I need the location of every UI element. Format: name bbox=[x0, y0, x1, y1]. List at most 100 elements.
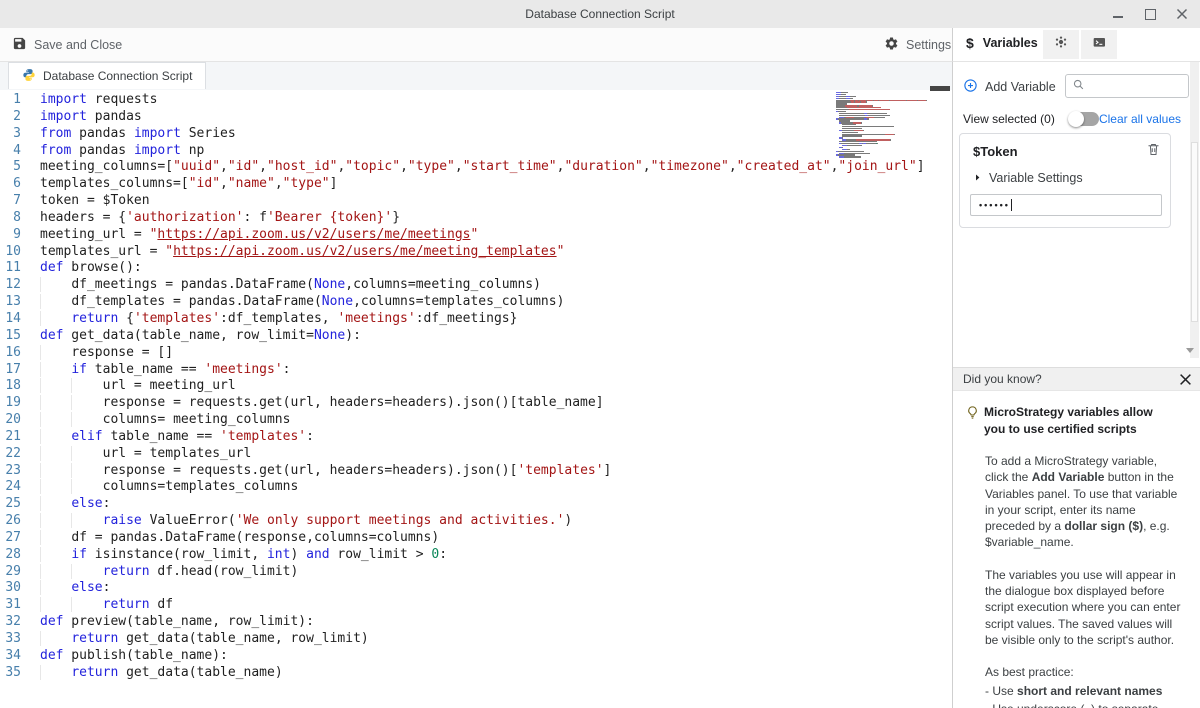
console-icon bbox=[1091, 34, 1107, 55]
save-and-close-label: Save and Close bbox=[34, 38, 122, 52]
code-line: df_meetings = pandas.DataFrame(None,colu… bbox=[40, 277, 952, 294]
code-line: def browse(): bbox=[40, 260, 952, 277]
line-number: 13 bbox=[0, 294, 21, 311]
view-selected-toggle[interactable] bbox=[1069, 112, 1099, 126]
line-number: 6 bbox=[0, 176, 21, 193]
code-line: if isinstance(row_limit, int) and row_li… bbox=[40, 547, 952, 564]
line-number: 24 bbox=[0, 479, 21, 496]
line-number: 2 bbox=[0, 109, 21, 126]
line-number: 10 bbox=[0, 244, 21, 261]
search-input[interactable] bbox=[1090, 78, 1184, 94]
line-number: 20 bbox=[0, 412, 21, 429]
code-line: url = templates_url bbox=[40, 446, 952, 463]
editor-scrollbar-thumb[interactable] bbox=[930, 86, 950, 91]
settings-label: Settings bbox=[906, 38, 951, 52]
maximize-icon[interactable] bbox=[1144, 8, 1156, 20]
code-line: headers = {'authorization': f'Bearer {to… bbox=[40, 210, 952, 227]
did-you-know-panel: Did you know? MicroStrategy variables al… bbox=[953, 367, 1200, 708]
line-number: 15 bbox=[0, 328, 21, 345]
code-line: return df bbox=[40, 597, 952, 614]
code-line: import requests bbox=[40, 92, 952, 109]
line-number: 18 bbox=[0, 378, 21, 395]
title-bar: Database Connection Script bbox=[0, 0, 1200, 29]
code-line: return df.head(row_limit) bbox=[40, 564, 952, 581]
line-number: 19 bbox=[0, 395, 21, 412]
line-number: 35 bbox=[0, 665, 21, 682]
close-icon[interactable] bbox=[1176, 8, 1188, 20]
tip-paragraph: The variables you use will appear in the… bbox=[985, 567, 1181, 648]
code-line: return {'templates':df_templates, 'meeti… bbox=[40, 311, 952, 328]
code-line: else: bbox=[40, 496, 952, 513]
packages-icon bbox=[1053, 34, 1069, 55]
code-line: columns= meeting_columns bbox=[40, 412, 952, 429]
tip-paragraph: - Use short and relevant names bbox=[985, 683, 1181, 699]
code-line: from pandas import Series bbox=[40, 126, 952, 143]
minimize-icon[interactable] bbox=[1112, 8, 1124, 20]
line-number: 1 bbox=[0, 92, 21, 109]
scroll-down-arrow-icon[interactable] bbox=[1186, 348, 1194, 353]
code-line: def get_data(table_name, row_limit=None)… bbox=[40, 328, 952, 345]
add-variable-button[interactable]: Add Variable bbox=[963, 78, 1056, 96]
settings-button[interactable]: Settings bbox=[884, 36, 951, 54]
variables-panel: Add Variable View selected (0) Clear all… bbox=[952, 62, 1200, 708]
save-icon bbox=[12, 36, 27, 54]
variable-value-input[interactable]: •••••• bbox=[970, 194, 1162, 216]
did-you-know-header: Did you know? bbox=[953, 367, 1200, 391]
did-you-know-close-icon[interactable] bbox=[1179, 373, 1192, 386]
panel-scrollbar-thumb[interactable] bbox=[1191, 142, 1198, 322]
window-controls bbox=[1112, 0, 1188, 28]
line-number: 29 bbox=[0, 564, 21, 581]
code-line: url = meeting_url bbox=[40, 378, 952, 395]
code-line: import pandas bbox=[40, 109, 952, 126]
toolbar: Save and Close Settings bbox=[0, 28, 952, 62]
line-number: 11 bbox=[0, 260, 21, 277]
did-you-know-title: Did you know? bbox=[963, 372, 1042, 386]
python-icon bbox=[22, 68, 36, 85]
tab-variables[interactable]: $ Variables bbox=[966, 35, 1038, 51]
window-title: Database Connection Script bbox=[525, 7, 674, 21]
delete-variable-icon[interactable] bbox=[1146, 142, 1161, 157]
code-lines: import requestsimport pandasfrom pandas … bbox=[27, 92, 952, 682]
code-line: from pandas import np bbox=[40, 143, 952, 160]
save-and-close-button[interactable]: Save and Close bbox=[12, 36, 122, 54]
tip-paragraph: To add a MicroStrategy variable, click t… bbox=[985, 453, 1181, 551]
line-number: 33 bbox=[0, 631, 21, 648]
panel-scrollbar-track[interactable] bbox=[1190, 62, 1199, 358]
line-number: 4 bbox=[0, 143, 21, 160]
line-number: 22 bbox=[0, 446, 21, 463]
code-line: df_templates = pandas.DataFrame(None,col… bbox=[40, 294, 952, 311]
variables-tab-label: Variables bbox=[983, 36, 1038, 50]
tab-database-connection-script[interactable]: Database Connection Script bbox=[8, 62, 206, 89]
code-line: if table_name == 'meetings': bbox=[40, 362, 952, 379]
line-number: 9 bbox=[0, 227, 21, 244]
line-number: 34 bbox=[0, 648, 21, 665]
app-window: Database Connection Script Save and Clos… bbox=[0, 0, 1200, 708]
tip-paragraphs: To add a MicroStrategy variable, click t… bbox=[985, 453, 1181, 708]
tab-label: Database Connection Script bbox=[43, 69, 192, 83]
code-line: return get_data(table_name) bbox=[40, 665, 952, 682]
code-line: raise ValueError('We only support meetin… bbox=[40, 513, 952, 530]
tip-paragraph: As best practice: bbox=[985, 664, 1181, 680]
code-line: response = requests.get(url, headers=hea… bbox=[40, 395, 952, 412]
line-number: 7 bbox=[0, 193, 21, 210]
code-editor[interactable]: 1234567891011121314151617181920212223242… bbox=[0, 90, 952, 708]
code-line: else: bbox=[40, 580, 952, 597]
add-circle-icon bbox=[963, 78, 978, 96]
tab-console[interactable] bbox=[1081, 30, 1117, 59]
code-line: def publish(table_name): bbox=[40, 648, 952, 665]
line-number: 32 bbox=[0, 614, 21, 631]
clear-all-values-link[interactable]: Clear all values bbox=[1099, 112, 1181, 126]
tab-packages[interactable] bbox=[1043, 30, 1079, 59]
line-number: 12 bbox=[0, 277, 21, 294]
code-line: df = pandas.DataFrame(response,columns=c… bbox=[40, 530, 952, 547]
variable-settings-label: Variable Settings bbox=[989, 171, 1083, 185]
minimap[interactable] bbox=[836, 92, 934, 158]
line-number: 8 bbox=[0, 210, 21, 227]
gear-icon bbox=[884, 36, 899, 54]
code-line: templates_columns=["id","name","type"] bbox=[40, 176, 952, 193]
code-line: templates_url = "https://api.zoom.us/v2/… bbox=[40, 244, 952, 261]
toggle-knob bbox=[1068, 111, 1084, 127]
variable-settings-expander[interactable]: Variable Settings bbox=[973, 171, 1083, 185]
masked-value: •••••• bbox=[979, 200, 1010, 210]
line-number: 3 bbox=[0, 126, 21, 143]
